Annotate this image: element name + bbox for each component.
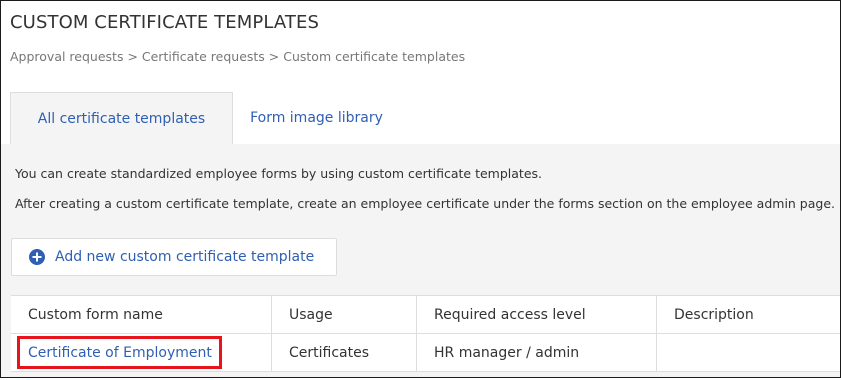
column-header[interactable]: Usage bbox=[272, 296, 417, 333]
form-name-cell: Certificate of Employment bbox=[11, 334, 272, 371]
tab-content: You can create standardized employee for… bbox=[1, 144, 840, 377]
templates-table: Custom form name Usage Required access l… bbox=[11, 295, 840, 372]
page-title: CUSTOM CERTIFICATE TEMPLATES bbox=[10, 12, 319, 33]
table-row: Certificate of Employment Certificates H… bbox=[11, 334, 840, 372]
column-header[interactable]: Description bbox=[657, 296, 840, 333]
add-custom-certificate-template-button[interactable]: Add new custom certificate template bbox=[11, 238, 337, 276]
plus-circle-icon bbox=[29, 249, 45, 265]
tab-label: All certificate templates bbox=[37, 110, 206, 127]
tab-form-image-library[interactable]: Form image library bbox=[234, 92, 399, 144]
tab-all-certificate-templates[interactable]: All certificate templates bbox=[10, 92, 233, 145]
usage-cell: Certificates bbox=[272, 334, 417, 371]
column-header[interactable]: Custom form name bbox=[11, 296, 272, 333]
table-header-row: Custom form name Usage Required access l… bbox=[11, 296, 840, 334]
info-text: You can create standardized employee for… bbox=[15, 166, 542, 181]
certificate-of-employment-link[interactable]: Certificate of Employment bbox=[28, 345, 212, 361]
access-level-cell: HR manager / admin bbox=[417, 334, 657, 371]
tab-bar: All certificate templates Form image lib… bbox=[10, 92, 840, 145]
info-text: After creating a custom certificate temp… bbox=[15, 196, 836, 211]
column-header[interactable]: Required access level bbox=[417, 296, 657, 333]
add-button-label: Add new custom certificate template bbox=[55, 249, 315, 265]
breadcrumb[interactable]: Approval requests > Certificate requests… bbox=[10, 49, 465, 64]
app-frame: CUSTOM CERTIFICATE TEMPLATES Approval re… bbox=[0, 0, 841, 378]
description-cell bbox=[657, 334, 840, 371]
tab-label: Form image library bbox=[250, 110, 383, 126]
